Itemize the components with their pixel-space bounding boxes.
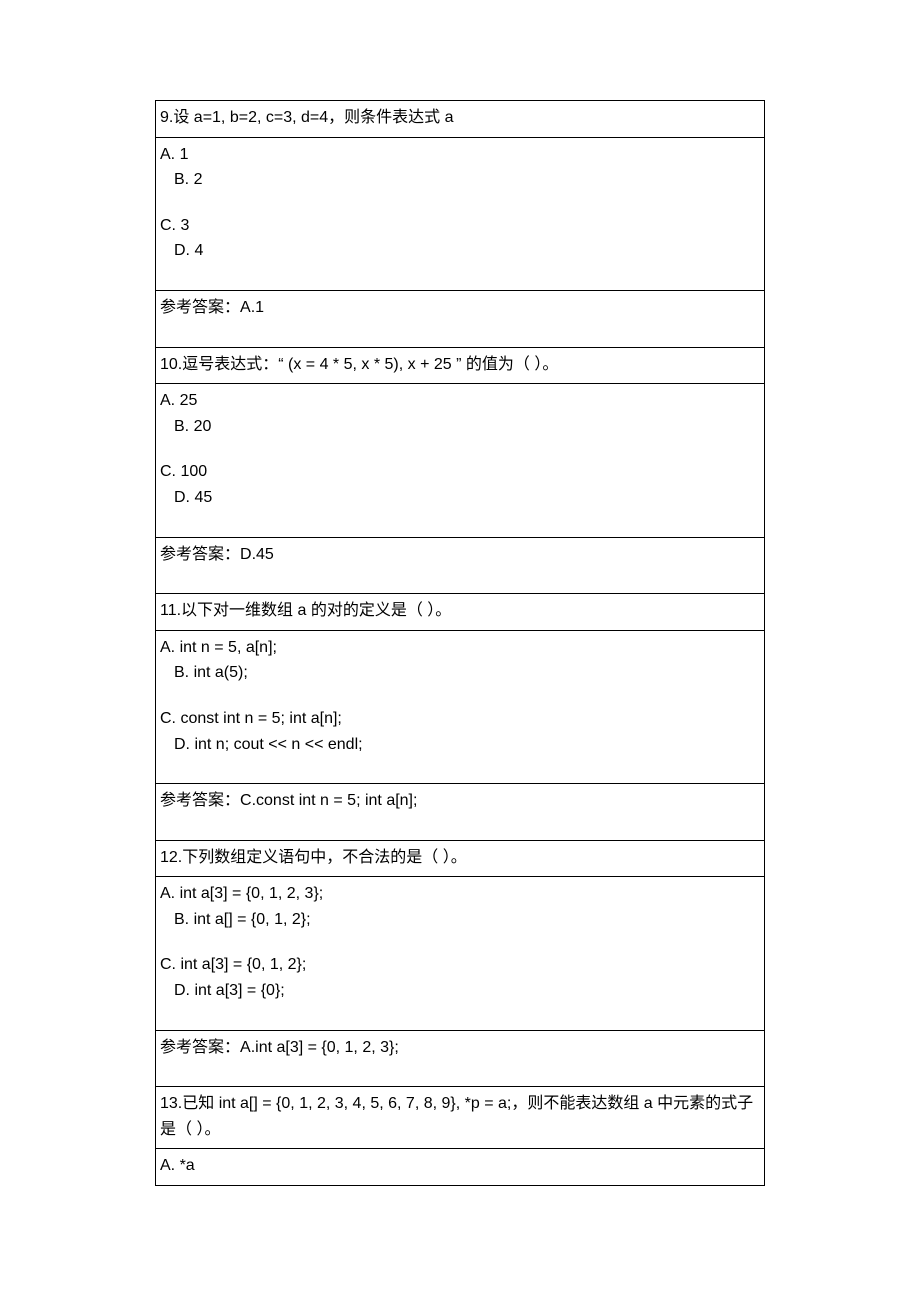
spacer [160,932,760,952]
q10-answer-row: 参考答案：D.45 [156,537,765,594]
q12-question-cell: 12.下列数组定义语句中，不合法的是（ ）。 [156,840,765,877]
spacer [160,1060,760,1080]
spacer [160,814,760,834]
spacer [160,511,760,531]
spacer [160,1004,760,1024]
q11-option-b: B. int a(5); [174,660,760,686]
q11-option-c: C. const int n = 5; int a[n]; [160,706,760,732]
q12-answer-row: 参考答案：A.int a[3] = {0, 1, 2, 3}; [156,1030,765,1087]
q12-answer-text: A.int a[3] = {0, 1, 2, 3}; [240,1039,399,1056]
q10-option-a: A. 25 [160,388,760,414]
q9-option-a: A. 1 [160,142,760,168]
q10-option-c: C. 100 [160,459,760,485]
q10-options-cell: A. 25 B. 20 C. 100 D. 45 [156,384,765,537]
q13-options-cell: A. *a [156,1149,765,1186]
q11-options-row: A. int n = 5, a[n]; B. int a(5); C. cons… [156,630,765,783]
q12-question-row: 12.下列数组定义语句中，不合法的是（ ）。 [156,840,765,877]
q12-option-a: A. int a[3] = {0, 1, 2, 3}; [160,881,760,907]
q12-option-b: B. int a[] = {0, 1, 2}; [174,907,760,933]
q10-answer-cell: 参考答案：D.45 [156,537,765,594]
spacer [160,757,760,777]
q13-question-cell: 13.已知 int a[] = {0, 1, 2, 3, 4, 5, 6, 7,… [156,1087,765,1149]
spacer [160,321,760,341]
q13-question-row: 13.已知 int a[] = {0, 1, 2, 3, 4, 5, 6, 7,… [156,1087,765,1149]
q10-question-row: 10.逗号表达式：“ (x = 4 * 5, x * 5), x + 25 ” … [156,347,765,384]
questions-table: 9.设 a=1, b=2, c=3, d=4，则条件表达式 a A. 1 B. … [155,100,765,1186]
q9-option-d: D. 4 [174,238,760,264]
document-page: 9.设 a=1, b=2, c=3, d=4，则条件表达式 a A. 1 B. … [0,0,920,1246]
q9-options-cell: A. 1 B. 2 C. 3 D. 4 [156,137,765,290]
q13-option-a: A. *a [160,1153,760,1179]
q12-options-cell: A. int a[3] = {0, 1, 2, 3}; B. int a[] =… [156,877,765,1030]
q12-answer-label: 参考答案： [160,1039,240,1056]
q12-answer-cell: 参考答案：A.int a[3] = {0, 1, 2, 3}; [156,1030,765,1087]
q10-answer-text: D.45 [240,546,274,563]
q9-question-text: 9.设 a=1, b=2, c=3, d=4，则条件表达式 a [160,109,453,126]
q11-question-row: 11.以下对一维数组 a 的对的定义是（ ）。 [156,594,765,631]
q10-option-b: B. 20 [174,414,760,440]
spacer [160,193,760,213]
q10-question-cell: 10.逗号表达式：“ (x = 4 * 5, x * 5), x + 25 ” … [156,347,765,384]
q10-options-row: A. 25 B. 20 C. 100 D. 45 [156,384,765,537]
q13-question-text: 13.已知 int a[] = {0, 1, 2, 3, 4, 5, 6, 7,… [160,1095,753,1138]
q11-question-cell: 11.以下对一维数组 a 的对的定义是（ ）。 [156,594,765,631]
q11-answer-row: 参考答案：C.const int n = 5; int a[n]; [156,784,765,841]
q9-option-b: B. 2 [174,167,760,193]
q9-answer-label: 参考答案： [160,299,240,316]
q9-answer-text: A.1 [240,299,264,316]
q9-answer-cell: 参考答案：A.1 [156,290,765,347]
spacer [160,439,760,459]
spacer [160,686,760,706]
q9-answer-row: 参考答案：A.1 [156,290,765,347]
q12-option-c: C. int a[3] = {0, 1, 2}; [160,952,760,978]
spacer [160,567,760,587]
q9-options-row: A. 1 B. 2 C. 3 D. 4 [156,137,765,290]
spacer [160,264,760,284]
q11-option-a: A. int n = 5, a[n]; [160,635,760,661]
q10-question-text: 10.逗号表达式：“ (x = 4 * 5, x * 5), x + 25 ” … [160,356,558,373]
q12-option-d: D. int a[3] = {0}; [174,978,760,1004]
q9-question-cell: 9.设 a=1, b=2, c=3, d=4，则条件表达式 a [156,101,765,138]
q9-option-c: C. 3 [160,213,760,239]
q12-question-text: 12.下列数组定义语句中，不合法的是（ ）。 [160,849,467,866]
q13-options-row: A. *a [156,1149,765,1186]
q11-option-d: D. int n; cout << n << endl; [174,732,760,758]
q10-answer-label: 参考答案： [160,546,240,563]
q11-answer-cell: 参考答案：C.const int n = 5; int a[n]; [156,784,765,841]
q11-question-text: 11.以下对一维数组 a 的对的定义是（ ）。 [160,602,451,619]
q11-answer-text: C.const int n = 5; int a[n]; [240,792,417,809]
q11-answer-label: 参考答案： [160,792,240,809]
q9-question-row: 9.设 a=1, b=2, c=3, d=4，则条件表达式 a [156,101,765,138]
q12-options-row: A. int a[3] = {0, 1, 2, 3}; B. int a[] =… [156,877,765,1030]
q11-options-cell: A. int n = 5, a[n]; B. int a(5); C. cons… [156,630,765,783]
q10-option-d: D. 45 [174,485,760,511]
